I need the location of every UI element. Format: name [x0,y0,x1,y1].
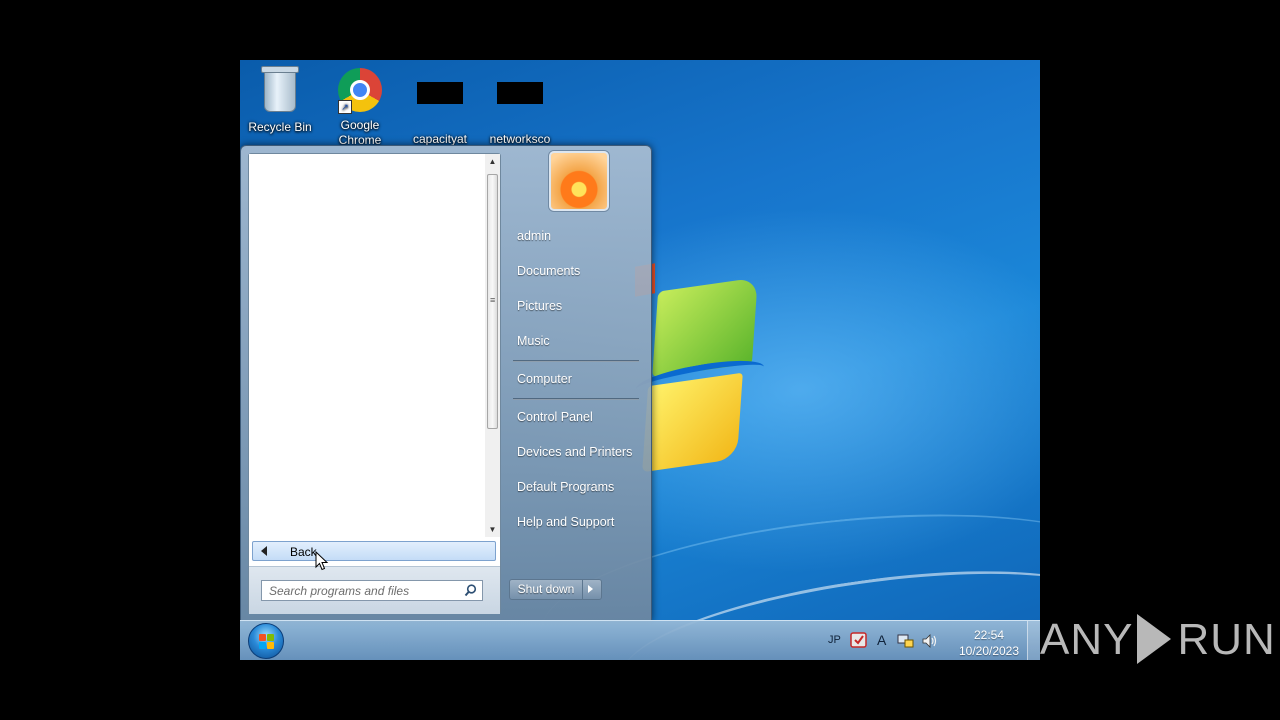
back-arrow-icon [261,546,267,556]
search-area [249,566,500,614]
shutdown-control: Shut down [509,579,602,600]
windows-logo-wallpaper [633,255,770,480]
shutdown-button[interactable]: Shut down [510,580,583,599]
mouse-cursor-icon [315,551,329,571]
shortcut-arrow-icon: ↗ [338,100,352,114]
menu-item-user[interactable]: admin [507,222,639,250]
desktop-icon-recycle-bin[interactable]: Recycle Bin [242,66,318,135]
menu-item-devices-printers[interactable]: Devices and Printers [507,438,639,466]
grip-icon: ≡ [490,295,496,305]
file-icon [417,82,463,104]
watermark-text-left: ANY [1040,615,1134,664]
security-alert-icon[interactable] [850,631,868,652]
chevron-right-icon [588,585,593,593]
search-box[interactable] [261,580,483,601]
clock-time: 22:54 [973,628,1005,642]
desktop-icon-label: networksco [489,132,551,146]
menu-item-music[interactable]: Music [507,327,639,355]
file-icon [497,82,543,104]
user-picture[interactable] [549,151,609,211]
desktop-icon-label: Google Chrome [338,118,382,147]
scroll-down-icon[interactable]: ▼ [485,522,500,537]
windows-logo-icon-part [267,634,274,641]
clock[interactable]: 22:54 10/20/2023 [944,627,1034,659]
desktop-icon-networksco[interactable]: networksco [482,66,558,147]
desktop-icon-label: capacityat [412,132,468,146]
scroll-thumb[interactable]: ≡ [487,174,498,429]
search-input[interactable] [262,581,459,599]
desktop-icon-capacityat[interactable]: capacityat [402,66,478,147]
program-list-scrollbar[interactable]: ▲ ≡ ▼ [485,154,500,537]
menu-item-default-programs[interactable]: Default Programs [507,473,639,501]
recycle-bin-icon [261,66,299,112]
search-icon[interactable] [464,584,477,597]
network-icon[interactable] [897,633,915,652]
volume-icon[interactable] [921,633,939,652]
start-menu-right-pane: admin Documents Pictures Music Computer … [501,146,651,621]
language-indicator[interactable]: JP [828,634,841,646]
shutdown-options-button[interactable] [582,580,601,599]
desktop: Recycle Bin ↗ Google Chrome capacityat n… [240,60,1040,660]
windows-logo-icon-part [267,642,274,649]
scroll-up-icon[interactable]: ▲ [485,154,500,169]
start-button[interactable] [248,623,284,659]
menu-item-pictures[interactable]: Pictures [507,292,639,320]
anyrun-watermark: ANY RUN [1040,610,1276,670]
desktop-icon-google-chrome[interactable]: ↗ Google Chrome [322,66,398,148]
back-button[interactable]: Back [252,541,496,561]
start-menu-left-pane: ▲ ≡ ▼ Back [248,153,501,614]
ime-indicator[interactable]: A [877,632,886,648]
desktop-icon-label: Recycle Bin [248,120,312,134]
menu-item-computer[interactable]: Computer [507,365,639,393]
show-desktop-button[interactable] [1027,621,1040,660]
windows-logo-icon [259,634,266,641]
menu-item-help-support[interactable]: Help and Support [507,508,639,536]
program-list[interactable] [249,154,485,537]
start-menu: ▲ ≡ ▼ Back Search programs and files adm… [240,145,652,622]
taskbar: JP A 22:54 10/20/2023 [240,620,1040,660]
menu-separator [513,360,639,362]
clock-date: 10/20/2023 [958,644,1020,658]
menu-separator [513,398,639,400]
menu-item-documents[interactable]: Documents [507,257,639,285]
watermark-text-right: RUN [1177,615,1276,664]
play-icon [1137,614,1172,665]
menu-item-control-panel[interactable]: Control Panel [507,403,639,431]
windows-logo-icon-part [259,642,266,649]
back-button-label: Back [290,545,317,559]
